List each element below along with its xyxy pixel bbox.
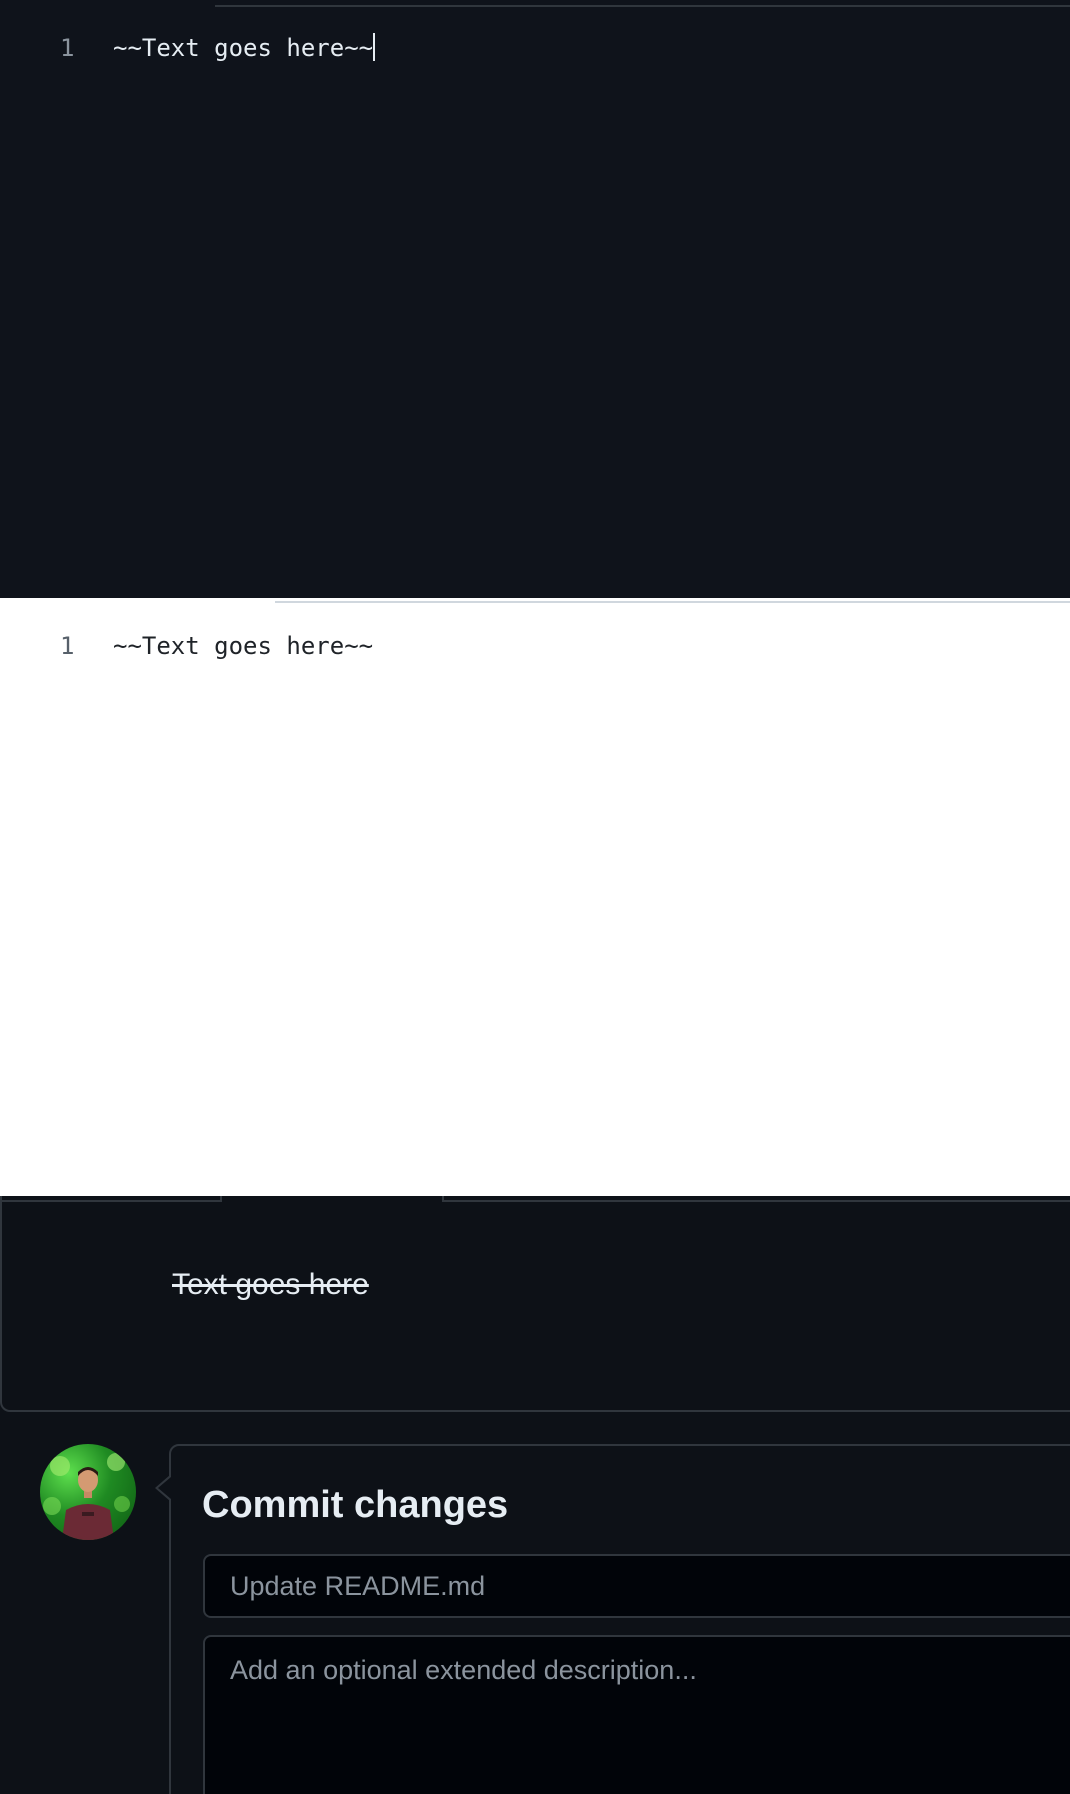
code-line[interactable]: 1 ~~Text goes here~~ <box>0 28 1070 68</box>
avatar[interactable] <box>40 1444 136 1540</box>
line-number: 1 <box>60 632 75 660</box>
commit-description-input[interactable]: Add an optional extended description... <box>203 1635 1070 1794</box>
editor-tab-border <box>275 598 1070 603</box>
page: 1 ~~Text goes here~~ 1 ~~Text goes here~… <box>0 0 1070 1794</box>
commit-summary-input[interactable]: Update README.md <box>203 1554 1070 1618</box>
markdown-preview: Text goes here <box>0 1196 1070 1412</box>
tab-edit-border[interactable] <box>2 1196 220 1202</box>
commit-title: Commit changes <box>202 1484 509 1526</box>
code-text[interactable]: ~~Text goes here~~ <box>113 28 376 68</box>
code-content: ~~Text goes here~~ <box>113 34 374 62</box>
editor-tab-border <box>215 0 1070 7</box>
strikethrough-text: Text goes here <box>172 1268 369 1301</box>
avatar-photo-icon <box>43 1453 130 1540</box>
code-line[interactable]: 1 ~~Text goes here~~ <box>0 626 1070 666</box>
code-text[interactable]: ~~Text goes here~~ <box>113 626 373 666</box>
tab-rest-border <box>442 1196 1070 1202</box>
text-cursor <box>373 33 376 61</box>
line-number: 1 <box>60 34 75 62</box>
preview-tab-borders <box>2 1196 1070 1202</box>
commit-box-caret-inner <box>158 1477 171 1499</box>
dark-code-editor[interactable]: 1 ~~Text goes here~~ <box>0 0 1070 598</box>
light-code-editor[interactable]: 1 ~~Text goes here~~ <box>0 598 1070 1196</box>
tab-preview-border[interactable] <box>220 1196 444 1202</box>
